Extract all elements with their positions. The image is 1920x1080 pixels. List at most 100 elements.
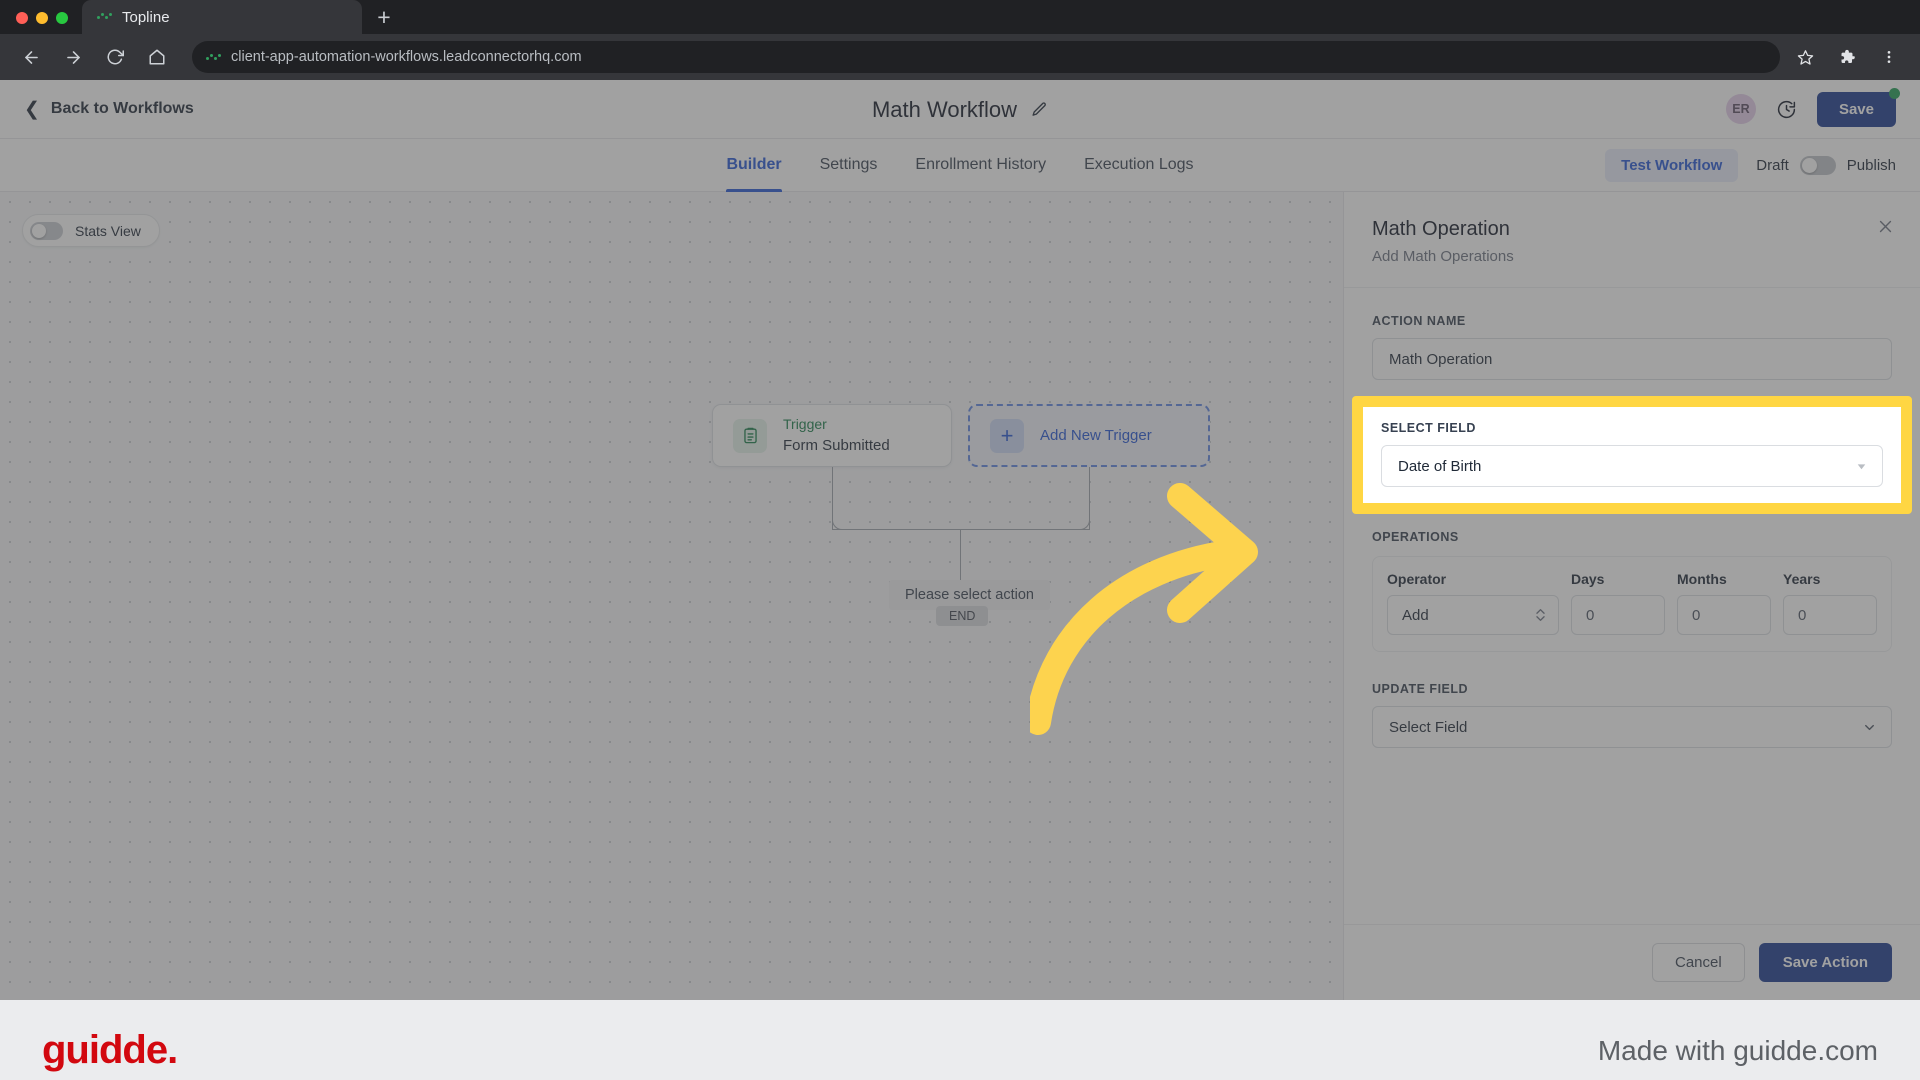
stats-view-knob xyxy=(32,223,46,238)
browser-tab[interactable]: Topline xyxy=(82,0,362,34)
workflow-header: ❮ Back to Workflows Math Workflow ER Sav… xyxy=(0,80,1920,139)
panel-header: Math Operation Add Math Operations xyxy=(1344,192,1920,288)
guidde-footer: guidde. Made with guidde.com xyxy=(0,1000,1920,1080)
address-bar-url: client-app-automation-workflows.leadconn… xyxy=(231,49,582,65)
stepper-icon xyxy=(1535,607,1546,623)
column-header-years: Years xyxy=(1783,571,1821,587)
forward-arrow-icon[interactable] xyxy=(56,40,90,74)
add-new-trigger-node[interactable]: + Add New Trigger xyxy=(968,404,1210,467)
back-arrow-icon[interactable] xyxy=(14,40,48,74)
back-to-workflows-label: Back to Workflows xyxy=(50,100,194,117)
panel-title: Math Operation xyxy=(1372,218,1510,240)
tab-execution-logs[interactable]: Execution Logs xyxy=(1084,139,1193,192)
puzzle-icon[interactable] xyxy=(1830,40,1864,74)
home-icon[interactable] xyxy=(140,40,174,74)
draft-label: Draft xyxy=(1756,156,1789,174)
months-input[interactable]: 0 xyxy=(1677,595,1771,635)
address-bar[interactable]: client-app-automation-workflows.leadconn… xyxy=(192,41,1780,73)
action-name-label: ACTION NAME xyxy=(1372,314,1466,328)
end-node: END xyxy=(936,606,989,626)
publish-toggle[interactable] xyxy=(1799,155,1836,175)
column-header-months: Months xyxy=(1677,571,1727,587)
operations-label: OPERATIONS xyxy=(1372,530,1459,544)
years-input[interactable]: 0 xyxy=(1783,595,1877,635)
workflow-canvas[interactable]: Stats View Trigger Form Submitted + Add … xyxy=(0,192,1343,1000)
close-window-button[interactable] xyxy=(16,12,28,24)
chevron-left-icon: ❮ xyxy=(24,98,40,120)
panel-subtitle: Add Math Operations xyxy=(1372,248,1514,265)
table-row: Add 0 0 0 xyxy=(1387,595,1877,635)
avatar[interactable]: ER xyxy=(1725,94,1756,124)
save-button[interactable]: Save xyxy=(1816,87,1900,127)
operations-group: OPERATIONS Operator Days Months Years Ad… xyxy=(1372,530,1892,652)
column-header-operator: Operator xyxy=(1387,571,1447,587)
panel-footer: Cancel Save Action xyxy=(1344,924,1920,1000)
update-field-value: Select Field xyxy=(1389,718,1468,736)
star-icon[interactable] xyxy=(1788,40,1822,74)
browser-tabstrip: Topline + xyxy=(0,0,1920,34)
publish-label: Publish xyxy=(1846,156,1896,174)
publish-toggle-knob xyxy=(1801,157,1817,173)
tab-builder[interactable]: Builder xyxy=(726,139,782,192)
chevron-down-icon xyxy=(1862,720,1877,735)
trigger-node-text: Trigger Form Submitted xyxy=(783,416,890,455)
select-field-highlight: SELECT FIELD Date of Birth xyxy=(1352,396,1912,514)
tab-favicon-icon xyxy=(96,9,112,25)
save-button-label: Save xyxy=(1838,100,1874,118)
tabbar-actions: Test Workflow Draft Publish xyxy=(1605,148,1896,182)
tab-title: Topline xyxy=(122,8,170,26)
workflow-body: Stats View Trigger Form Submitted + Add … xyxy=(0,192,1920,1000)
operations-header-row: Operator Days Months Years xyxy=(1387,571,1877,595)
browser-toolbar: client-app-automation-workflows.leadconn… xyxy=(0,34,1920,80)
new-tab-button[interactable]: + xyxy=(362,0,406,34)
stats-view-label: Stats View xyxy=(75,222,141,239)
browser-chrome: Topline + client-app-automation-workflow… xyxy=(0,0,1920,80)
guidde-logo: guidde. xyxy=(42,1028,178,1072)
publish-toggle-group: Draft Publish xyxy=(1756,155,1896,175)
maximize-window-button[interactable] xyxy=(56,12,68,24)
stats-view-toggle[interactable]: Stats View xyxy=(22,214,160,247)
select-field-label: SELECT FIELD xyxy=(1381,421,1476,435)
clock-history-icon[interactable] xyxy=(1776,99,1797,120)
clipboard-icon xyxy=(733,418,767,453)
trigger-node[interactable]: Trigger Form Submitted xyxy=(712,404,952,467)
trigger-node-name: Form Submitted xyxy=(783,436,890,454)
minimize-window-button[interactable] xyxy=(36,12,48,24)
update-field-group: UPDATE FIELD Select Field xyxy=(1372,682,1892,748)
test-workflow-button[interactable]: Test Workflow xyxy=(1605,148,1739,182)
select-field-dropdown[interactable]: Date of Birth xyxy=(1381,445,1883,487)
application-window: ❮ Back to Workflows Math Workflow ER Sav… xyxy=(0,80,1920,1000)
trigger-node-kind: Trigger xyxy=(783,416,827,432)
made-with-guidde-label: Made with guidde.com xyxy=(1597,1034,1878,1066)
select-field-value: Date of Birth xyxy=(1398,457,1482,475)
pencil-icon[interactable] xyxy=(1031,101,1048,118)
panel-body: ACTION NAME Math Operation SELECT FIELD … xyxy=(1344,288,1920,924)
operator-value: Add xyxy=(1402,606,1429,624)
plus-icon: + xyxy=(990,418,1024,453)
days-input[interactable]: 0 xyxy=(1571,595,1665,635)
stats-view-switch[interactable] xyxy=(30,221,63,240)
unsaved-changes-dot xyxy=(1889,87,1900,99)
action-settings-panel: Math Operation Add Math Operations ACTIO… xyxy=(1343,192,1920,1000)
site-favicon-icon xyxy=(206,50,221,65)
workflow-tabbar: Builder Settings Enrollment History Exec… xyxy=(0,139,1920,192)
column-header-days: Days xyxy=(1571,571,1605,587)
operator-select[interactable]: Add xyxy=(1387,595,1559,635)
update-field-dropdown[interactable]: Select Field xyxy=(1372,706,1892,748)
edge-horizontal-join xyxy=(832,529,1090,530)
cancel-button[interactable]: Cancel xyxy=(1651,943,1745,982)
page-title: Math Workflow xyxy=(871,96,1018,122)
window-traffic-lights[interactable] xyxy=(8,12,82,34)
tab-enrollment-history[interactable]: Enrollment History xyxy=(915,139,1046,192)
kebab-menu-icon[interactable] xyxy=(1872,40,1906,74)
save-action-button[interactable]: Save Action xyxy=(1758,943,1892,982)
back-to-workflows-link[interactable]: ❮ Back to Workflows xyxy=(24,100,194,119)
close-icon[interactable] xyxy=(1877,218,1894,240)
header-actions: ER Save xyxy=(1725,87,1900,127)
chevron-down-icon xyxy=(1855,460,1868,473)
add-new-trigger-label: Add New Trigger xyxy=(1040,427,1152,444)
tab-settings[interactable]: Settings xyxy=(820,139,878,192)
reload-icon[interactable] xyxy=(98,40,132,74)
update-field-label: UPDATE FIELD xyxy=(1372,682,1469,696)
action-name-input[interactable]: Math Operation xyxy=(1372,338,1892,380)
